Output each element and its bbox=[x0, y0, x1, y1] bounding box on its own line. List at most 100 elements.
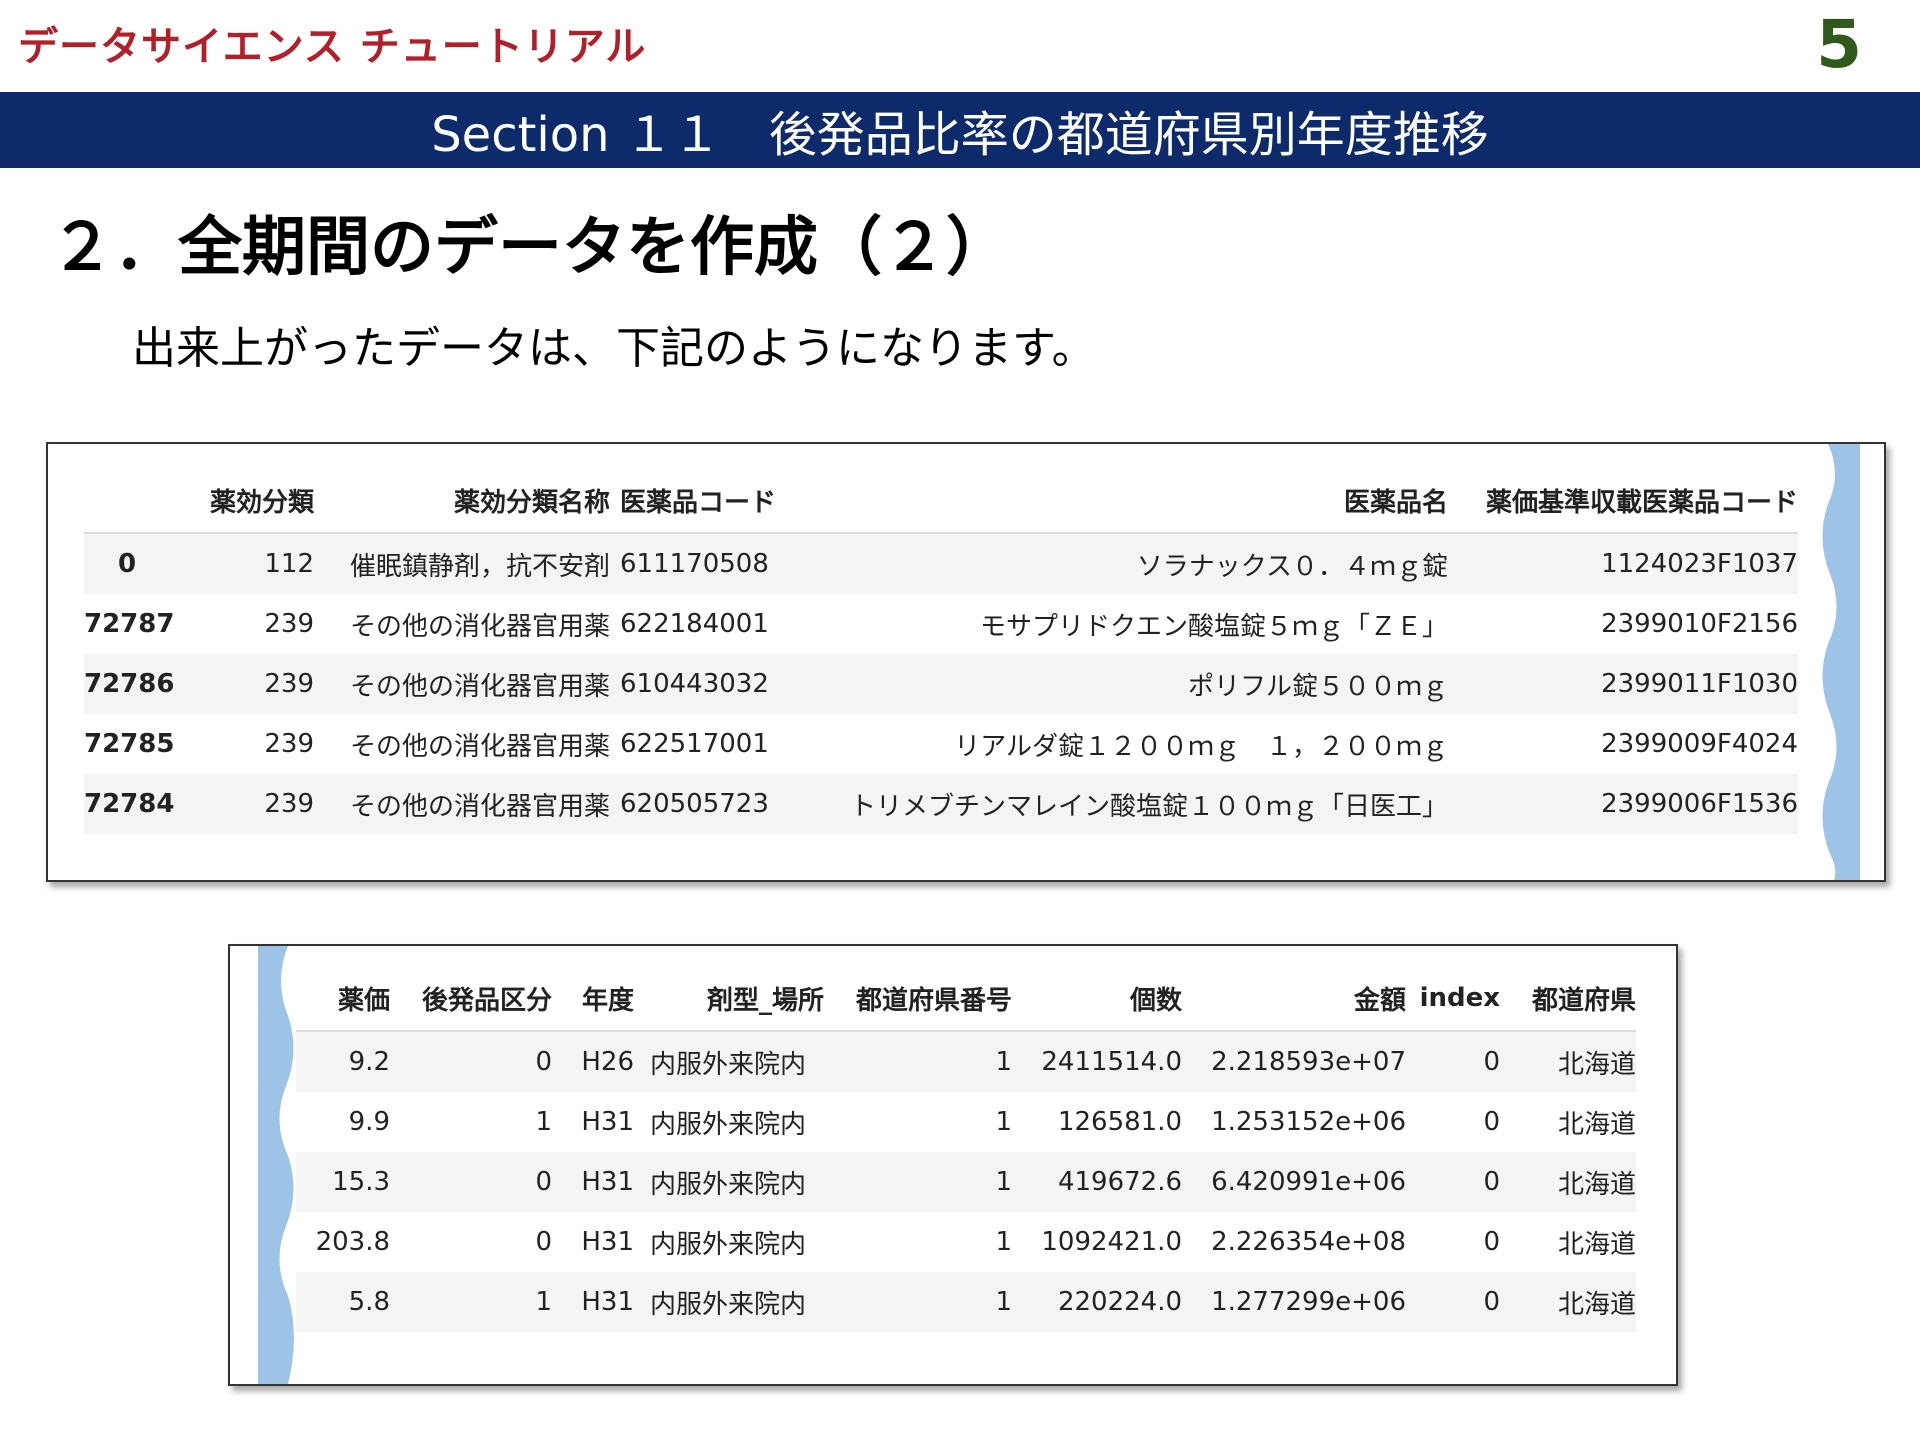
row-index-cell: 72784 bbox=[84, 789, 175, 819]
table-cell: H31 bbox=[581, 1287, 634, 1317]
table-cell: H31 bbox=[581, 1167, 634, 1197]
table-row: 72786 239 その他の消化器官用薬 610443032 ポリフル錠５００ｍｇ 239… bbox=[84, 654, 1798, 714]
table-row: 203.8 0 H31 内服外来院内 1 1092421.0 2.226354e+08 0 北海… bbox=[296, 1212, 1636, 1272]
table-cell: 1 bbox=[995, 1047, 1012, 1077]
table-cell: 610443032 bbox=[620, 669, 769, 699]
table-cell: 1 bbox=[995, 1107, 1012, 1137]
table-cell: 0 bbox=[1483, 1167, 1500, 1197]
table-cell: 15.3 bbox=[332, 1167, 390, 1197]
table-cell: 1092421.0 bbox=[1041, 1227, 1182, 1257]
table-cell: 0 bbox=[535, 1227, 552, 1257]
table-cell: 0 bbox=[1483, 1047, 1500, 1077]
table-cell: 0 bbox=[535, 1047, 552, 1077]
column-header-index bbox=[84, 468, 194, 534]
table-header-row: 薬効分類 薬効分類名称 医薬品コード 医薬品名 薬価基準収載医薬品コード bbox=[84, 468, 1798, 534]
table-cell: その他の消化器官用薬 bbox=[349, 791, 610, 822]
table-cell: 112 bbox=[264, 549, 314, 579]
table-cell: 622517001 bbox=[620, 729, 769, 759]
page-heading: ２．全期間のデータを作成（２） bbox=[50, 211, 1010, 285]
table-cell: 2411514.0 bbox=[1041, 1047, 1182, 1077]
table-cell: 239 bbox=[264, 789, 314, 819]
column-header: 薬価 bbox=[296, 966, 390, 1032]
table-row: 72784 239 その他の消化器官用薬 620505723 トリメブチンマレイン酸塩錠… bbox=[84, 774, 1798, 834]
table-cell: リアルダ錠１２００ｍｇ １，２００ｍｇ bbox=[954, 731, 1448, 762]
table-cell: 0 bbox=[1483, 1287, 1500, 1317]
table-row: 15.3 0 H31 内服外来院内 1 419672.6 6.420991e+06 0 北海道 bbox=[296, 1152, 1636, 1212]
table-cell: 北海道 bbox=[1557, 1289, 1636, 1320]
table-cell: 0 bbox=[1483, 1107, 1500, 1137]
table-cell: 内服外来院内 bbox=[650, 1289, 807, 1320]
row-index-cell: 72786 bbox=[84, 669, 175, 699]
table-cell: 5.8 bbox=[348, 1287, 390, 1317]
dataframe-table-2: 薬価 後発品区分 年度 剤型_場所 都道府県番号 個数 金額 index 都道府… bbox=[296, 966, 1636, 1332]
table-cell: 内服外来院内 bbox=[650, 1049, 807, 1080]
table-cell: トリメブチンマレイン酸塩錠１００ｍｇ「日医工」 bbox=[849, 791, 1448, 822]
table-row: 5.8 1 H31 内服外来院内 1 220224.0 1.277299e+06 0 北海道 bbox=[296, 1272, 1636, 1332]
table-cell: 1 bbox=[535, 1287, 552, 1317]
table-row: 9.2 0 H26 内服外来院内 1 2411514.0 2.218593e+07 0 北海道 bbox=[296, 1031, 1636, 1092]
table-cell: 6.420991e+06 bbox=[1211, 1167, 1406, 1197]
table-cell: モサプリドクエン酸塩錠５ｍｇ「ＺＥ」 bbox=[979, 611, 1448, 642]
table-cell: 内服外来院内 bbox=[650, 1229, 807, 1260]
table-cell: その他の消化器官用薬 bbox=[349, 671, 610, 702]
page-number: 5 bbox=[1816, 6, 1862, 83]
dataframe-table-1: 薬効分類 薬効分類名称 医薬品コード 医薬品名 薬価基準収載医薬品コード 0 11… bbox=[84, 468, 1798, 834]
table-cell: 内服外来院内 bbox=[650, 1109, 807, 1140]
table-cell: 1 bbox=[995, 1227, 1012, 1257]
row-index-cell: 72785 bbox=[84, 729, 175, 759]
table-cell: 1 bbox=[995, 1287, 1012, 1317]
torn-edge-icon bbox=[1822, 444, 1860, 880]
table-cell: 0 bbox=[1483, 1227, 1500, 1257]
section-banner: Section １１ 後発品比率の都道府県別年度推移 bbox=[0, 92, 1920, 168]
table-cell: 9.9 bbox=[348, 1107, 390, 1137]
dataframe-panel-1: 薬効分類 薬効分類名称 医薬品コード 医薬品名 薬価基準収載医薬品コード 0 11… bbox=[46, 442, 1886, 882]
table-cell: H31 bbox=[581, 1107, 634, 1137]
description-text: 出来上がったデータは、下記のようになります。 bbox=[132, 323, 1096, 374]
table-cell: 2399006F1536 bbox=[1601, 789, 1798, 819]
table-cell: 622184001 bbox=[620, 609, 769, 639]
table-row: 72787 239 その他の消化器官用薬 622184001 モサプリドクエン酸塩錠５ｍ… bbox=[84, 594, 1798, 654]
column-header: 医薬品名 bbox=[808, 468, 1448, 534]
table-cell: 催眠鎮静剤，抗不安剤 bbox=[349, 551, 610, 582]
table-cell: 北海道 bbox=[1557, 1229, 1636, 1260]
table-cell: 北海道 bbox=[1557, 1049, 1636, 1080]
table-row: 9.9 1 H31 内服外来院内 1 126581.0 1.253152e+06 0 北海道 bbox=[296, 1092, 1636, 1152]
column-header: 都道府県番号 bbox=[824, 966, 1012, 1032]
table-cell: 2399010F2156 bbox=[1601, 609, 1798, 639]
table-cell: 9.2 bbox=[348, 1047, 390, 1077]
table-cell: 2.226354e+08 bbox=[1211, 1227, 1406, 1257]
table-cell: H26 bbox=[581, 1047, 634, 1077]
section-title: Section １１ 後発品比率の都道府県別年度推移 bbox=[431, 107, 1489, 163]
table-row: 0 112 催眠鎮静剤，抗不安剤 611170508 ソラナックス０．４ｍｇ錠 11240… bbox=[84, 533, 1798, 594]
row-index-cell: 0 bbox=[118, 549, 137, 579]
table-cell: 内服外来院内 bbox=[650, 1169, 807, 1200]
column-header: 医薬品コード bbox=[610, 468, 808, 534]
column-header: 個数 bbox=[1012, 966, 1182, 1032]
brand-title: データサイエンス チュートリアル bbox=[18, 24, 647, 70]
table-cell: 239 bbox=[264, 669, 314, 699]
table-cell: 0 bbox=[535, 1167, 552, 1197]
table-cell: H31 bbox=[581, 1227, 634, 1257]
table-cell: 239 bbox=[264, 729, 314, 759]
table-cell: 北海道 bbox=[1557, 1109, 1636, 1140]
table-cell: 1 bbox=[535, 1107, 552, 1137]
table-cell: 203.8 bbox=[315, 1227, 390, 1257]
table-cell: 1 bbox=[995, 1167, 1012, 1197]
table-row: 72785 239 その他の消化器官用薬 622517001 リアルダ錠１２００ｍｇ １… bbox=[84, 714, 1798, 774]
table-cell: 1.277299e+06 bbox=[1211, 1287, 1406, 1317]
table-cell: 620505723 bbox=[620, 789, 769, 819]
table-cell: 2399011F1030 bbox=[1601, 669, 1798, 699]
dataframe-panel-2: 薬価 後発品区分 年度 剤型_場所 都道府県番号 個数 金額 index 都道府… bbox=[228, 944, 1678, 1386]
column-header: 後発品区分 bbox=[390, 966, 552, 1032]
column-header: 薬効分類 bbox=[194, 468, 314, 534]
table-cell: その他の消化器官用薬 bbox=[349, 731, 610, 762]
table-cell: ポリフル錠５００ｍｇ bbox=[1187, 671, 1448, 702]
table-cell: 北海道 bbox=[1557, 1169, 1636, 1200]
table-cell: ソラナックス０．４ｍｇ錠 bbox=[1136, 551, 1448, 582]
column-header: 年度 bbox=[552, 966, 634, 1032]
table-cell: 611170508 bbox=[620, 549, 769, 579]
table-cell: 1.253152e+06 bbox=[1211, 1107, 1406, 1137]
column-header: index bbox=[1406, 966, 1500, 1032]
column-header: 都道府県 bbox=[1500, 966, 1636, 1032]
column-header: 剤型_場所 bbox=[634, 966, 824, 1032]
